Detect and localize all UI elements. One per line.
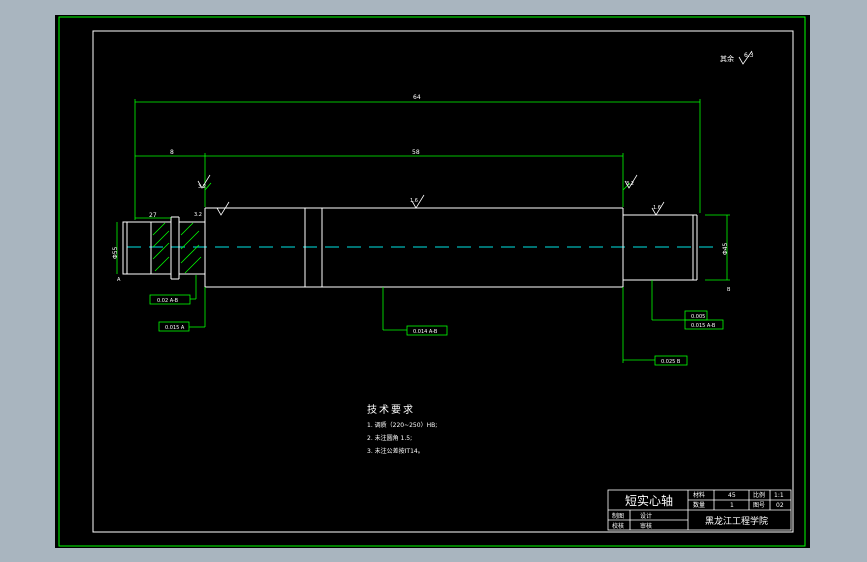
title-review-label: 校核 xyxy=(612,522,624,530)
tolerance-frame-1: 0.02 A-B xyxy=(149,294,191,305)
roughness-r2: 3.2 xyxy=(194,212,202,218)
title-checker-label: 审核 xyxy=(640,522,652,530)
shaft-drawing: 其余 6.3 64 8 58 27 Φ55 Φ45 3.2 3.2 1.6 3.… xyxy=(58,16,806,547)
title-sheet-value: 02 xyxy=(776,502,784,509)
svg-text:0.014 A-B: 0.014 A-B xyxy=(413,329,438,335)
tech-requirements: 技术要求 1. 调质（220~250）HB; 2. 未注圆角 1.5; 3. 未… xyxy=(367,401,437,458)
dim-27: 27 xyxy=(149,212,157,219)
roughness-symbols xyxy=(197,174,665,216)
tolerance-frame-3: 0.014 A-B xyxy=(406,325,448,336)
title-school: 黑龙江工程学院 xyxy=(705,515,768,527)
roughness-r5: 1.6 xyxy=(653,205,661,211)
roughness-r3: 1.6 xyxy=(410,198,418,204)
title-qty-value: 1 xyxy=(730,502,734,509)
title-material-value: 45 xyxy=(728,492,736,499)
roughness-r4: 3.2 xyxy=(626,181,634,187)
dim-overall-length: 64 xyxy=(413,94,421,101)
tech-item-3: 3. 未注公差按IT14。 xyxy=(367,448,424,455)
dim-right-dia: Φ45 xyxy=(722,242,729,255)
datum-b: B xyxy=(727,287,731,293)
title-drawn-label: 制图 xyxy=(612,512,624,520)
svg-text:0.025 B: 0.025 B xyxy=(661,359,681,365)
dim-left-dia: Φ55 xyxy=(112,246,119,259)
section-hatch xyxy=(152,222,202,274)
drawing-sheet: 其余 6.3 64 8 58 27 Φ55 Φ45 3.2 3.2 1.6 3.… xyxy=(55,15,810,548)
title-part-name: 短实心轴 xyxy=(625,493,673,508)
title-sheet-label: 图号 xyxy=(753,502,765,509)
dim-left-seg: 8 xyxy=(170,149,174,156)
dimension-lines xyxy=(116,99,730,363)
tech-title: 技术要求 xyxy=(367,405,415,416)
roughness-r1: 3.2 xyxy=(198,184,206,190)
outer-frame xyxy=(58,16,806,547)
title-scale-label: 比例 xyxy=(753,491,765,499)
title-qty-label: 数量 xyxy=(693,501,705,509)
title-designer-label: 设计 xyxy=(640,512,652,520)
svg-text:0.015 A: 0.015 A xyxy=(165,325,185,331)
tech-item-2: 2. 未注圆角 1.5; xyxy=(367,435,413,442)
title-scale-value: 1:1 xyxy=(774,492,784,499)
dim-main-seg: 58 xyxy=(412,149,420,156)
tolerance-frame-5: 0.025 B xyxy=(654,355,688,366)
tech-item-1: 1. 调质（220~250）HB; xyxy=(367,422,438,429)
tolerance-frame-4: 0.005 0.015 A-B xyxy=(684,310,724,330)
tolerance-frame-2: 0.015 A xyxy=(158,321,190,332)
global-roughness-label: 其余 xyxy=(720,54,734,63)
title-material-label: 材料 xyxy=(693,491,705,499)
svg-text:0.005: 0.005 xyxy=(691,314,705,320)
shaft-body xyxy=(122,207,698,288)
inner-frame xyxy=(92,30,794,533)
svg-text:0.015 A-B: 0.015 A-B xyxy=(691,323,716,329)
svg-text:0.02 A-B: 0.02 A-B xyxy=(157,298,179,304)
datum-a: A xyxy=(117,277,121,283)
